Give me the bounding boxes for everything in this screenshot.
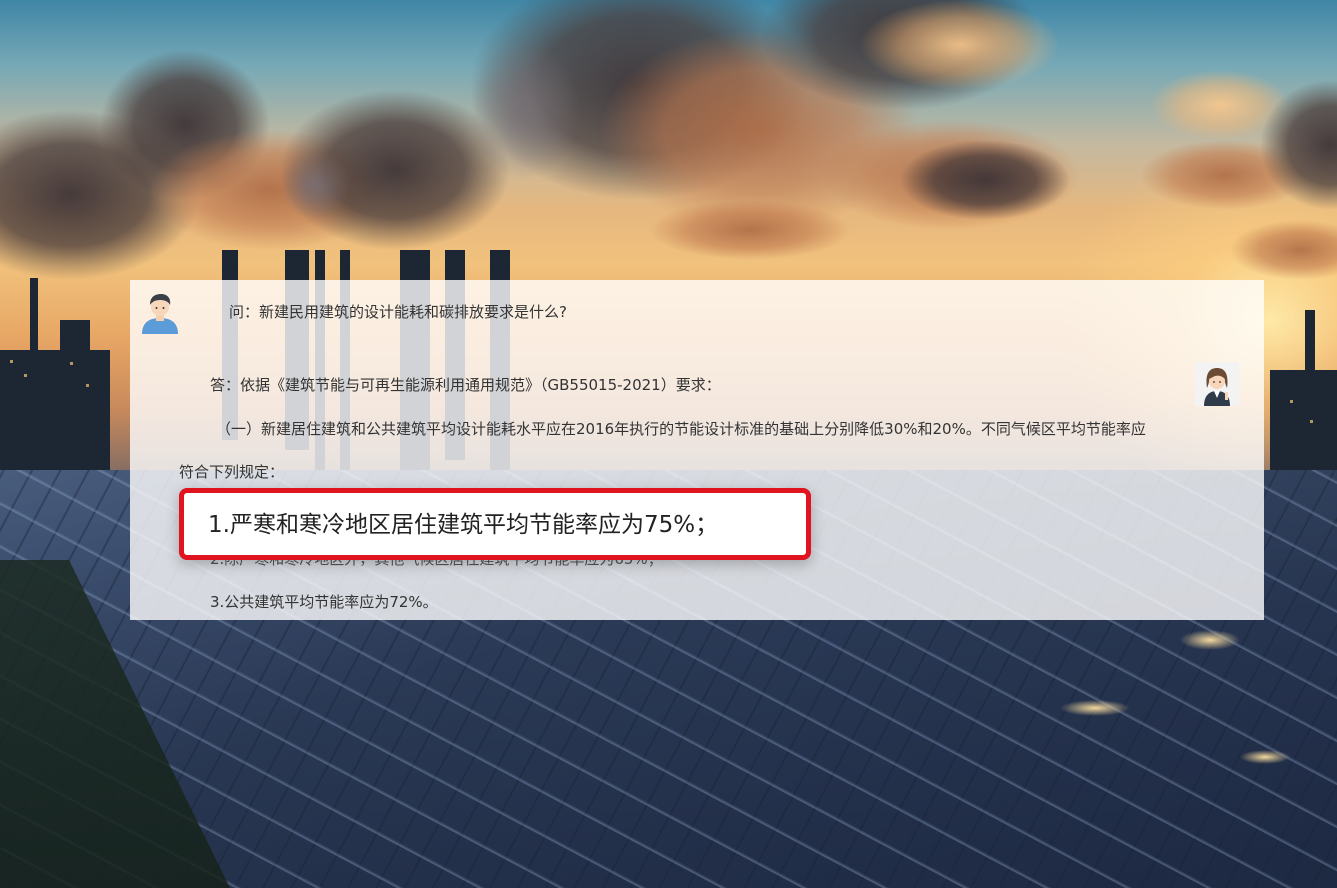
- smoke-plume: [280, 150, 350, 220]
- answer-intro-text: 答：依据《建筑节能与可再生能源利用通用规范》（GB55015-2021）要求：: [210, 376, 721, 394]
- smoke-plume: [470, 40, 580, 180]
- light-reflection: [1060, 700, 1130, 716]
- light-reflection: [1180, 630, 1240, 650]
- list-item: 3.公共建筑平均节能率应为72%。: [210, 593, 438, 611]
- highlighted-list-item: 1.严寒和寒冷地区居住建筑平均节能率应为75%；: [208, 512, 719, 538]
- question-text: 问：新建民用建筑的设计能耗和碳排放要求是什么?: [229, 303, 567, 321]
- cloud: [900, 140, 1070, 220]
- answer-paragraph-2: 符合下列规定：: [179, 463, 285, 481]
- answer-paragraph-1: （一）新建居住建筑和公共建筑平均设计能耗水平应在2016年执行的节能设计标准的基…: [216, 420, 1146, 438]
- highlighted-item-box: 1.严寒和寒冷地区居住建筑平均节能率应为75%；: [179, 488, 811, 560]
- cloud: [860, 0, 1060, 90]
- user-avatar-icon: [142, 294, 178, 334]
- qa-card: [130, 280, 1264, 620]
- assistant-avatar-icon: [1195, 362, 1239, 406]
- light-reflection: [1240, 750, 1290, 764]
